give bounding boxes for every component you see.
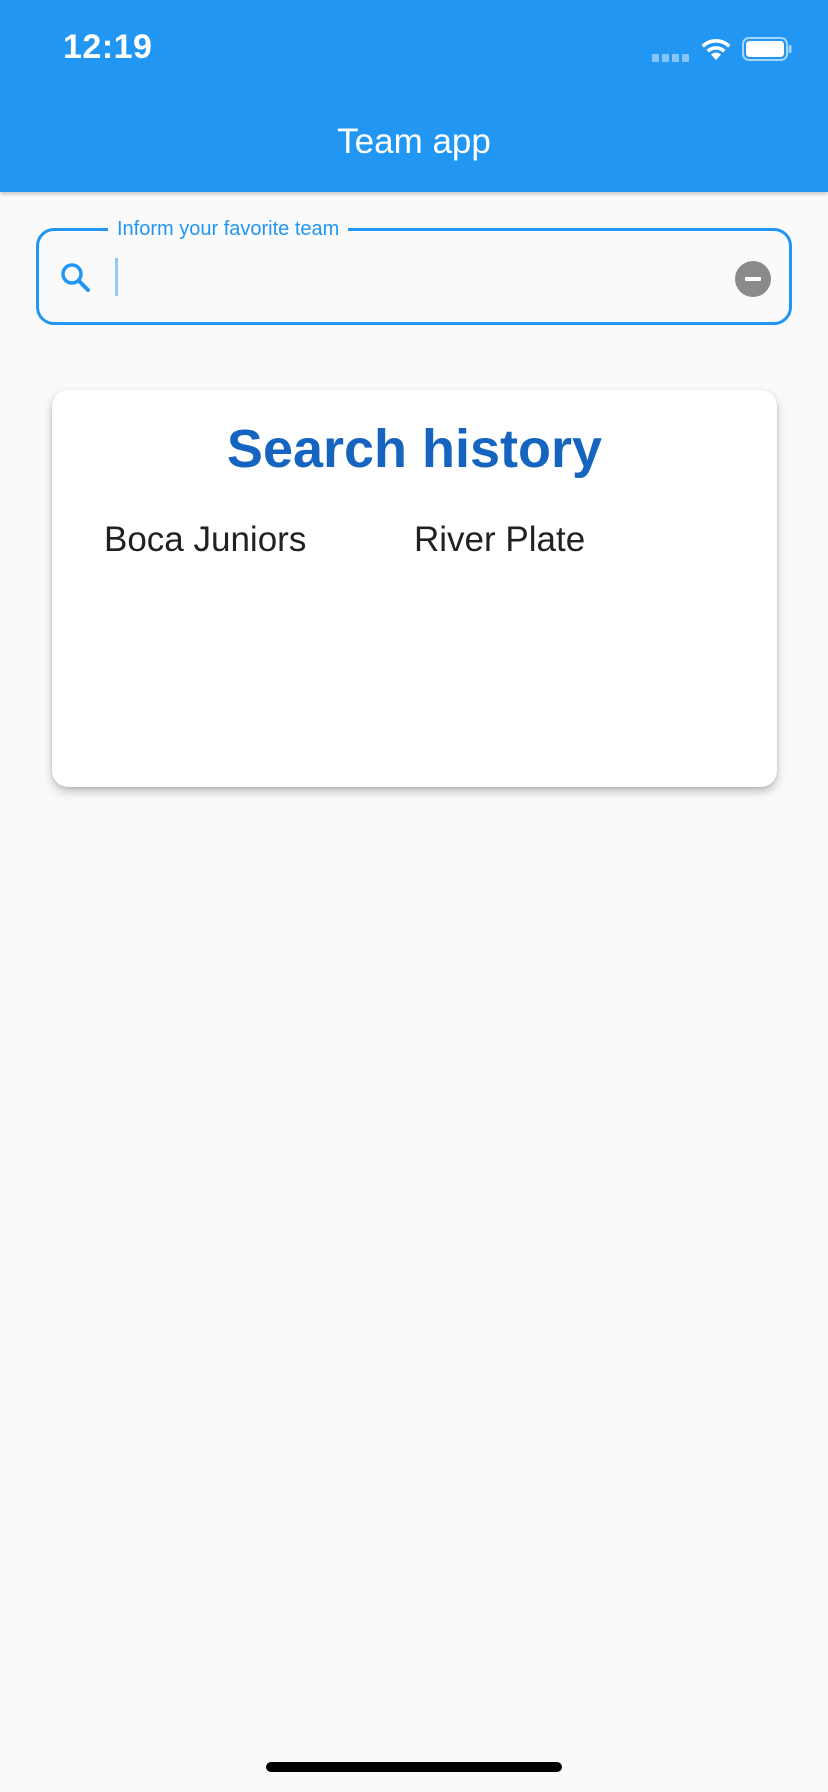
home-indicator[interactable] bbox=[266, 1762, 562, 1772]
search-history-card: Search history Boca Juniors River Plate bbox=[52, 390, 777, 787]
app-title: Team app bbox=[337, 122, 491, 161]
history-item-river-plate[interactable]: River Plate bbox=[414, 520, 585, 560]
search-icon bbox=[61, 263, 90, 292]
clear-icon[interactable] bbox=[735, 261, 771, 297]
search-input[interactable] bbox=[112, 254, 712, 302]
status-time: 12:19 bbox=[63, 28, 153, 66]
history-item-boca-juniors[interactable]: Boca Juniors bbox=[104, 520, 306, 560]
search-field-label: Inform your favorite team bbox=[108, 216, 349, 242]
search-history-title: Search history bbox=[226, 419, 603, 479]
signal-icon bbox=[652, 54, 690, 62]
screen: 12:19 Team app Inform your favorite team… bbox=[0, 0, 828, 1792]
text-cursor bbox=[115, 258, 118, 296]
battery-icon bbox=[742, 37, 792, 61]
wifi-icon bbox=[701, 38, 731, 60]
app-bar: 12:19 Team app bbox=[0, 0, 828, 192]
